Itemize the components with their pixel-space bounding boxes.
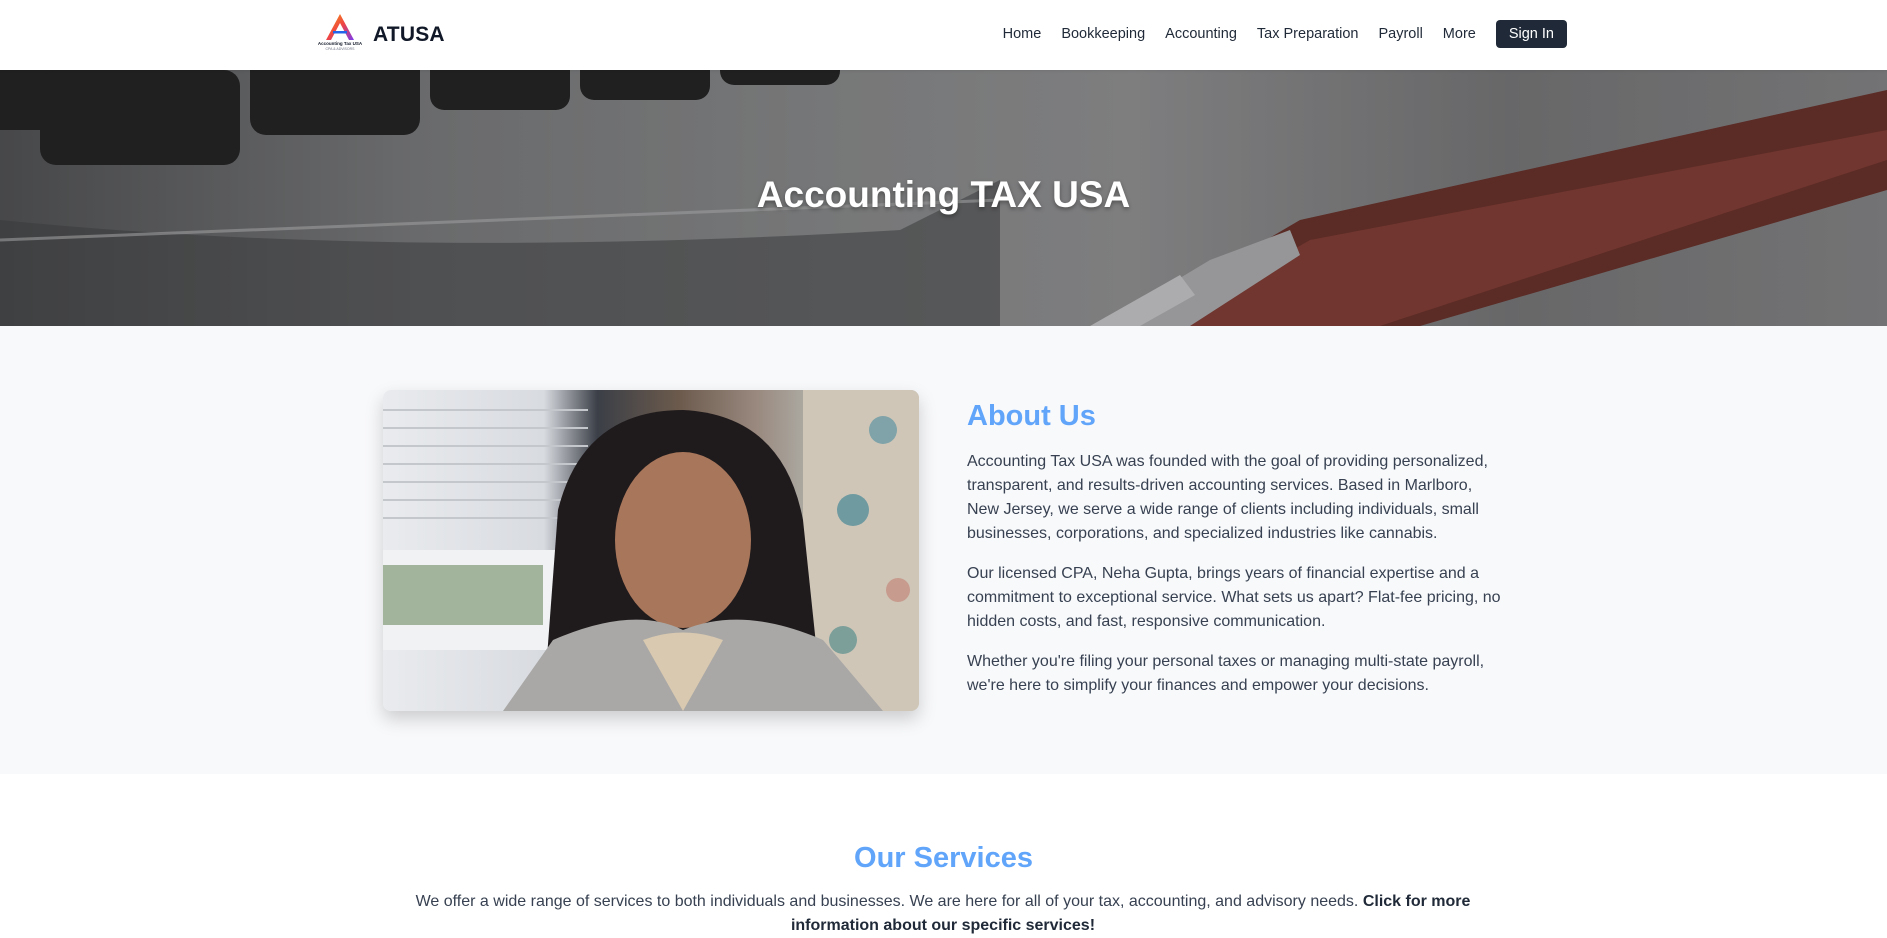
main-menu: Home Bookkeeping Accounting Tax Preparat…: [1003, 20, 1567, 48]
services-section: Our Services We offer a wide range of se…: [0, 774, 1887, 935]
about-paragraph: Accounting Tax USA was founded with the …: [967, 453, 1488, 542]
about-paragraph: Whether you're filing your personal taxe…: [967, 653, 1485, 694]
about-paragraph: Our licensed CPA, Neha Gupta, brings yea…: [967, 565, 1501, 630]
nav-link-tax-preparation[interactable]: Tax Preparation: [1257, 20, 1359, 48]
sign-in-button[interactable]: Sign In: [1495, 20, 1567, 48]
services-heading: Our Services: [854, 842, 1033, 874]
nav-link-accounting[interactable]: Accounting: [1165, 20, 1237, 48]
brand-link[interactable]: Accounting Tax USA CPA & ADVISORS ATUSA: [317, 12, 445, 58]
brand-name: ATUSA: [373, 23, 445, 46]
nav-link-payroll[interactable]: Payroll: [1378, 20, 1422, 48]
top-navbar: Accounting Tax USA CPA & ADVISORS ATUSA …: [0, 0, 1887, 70]
nav-link-more[interactable]: More: [1443, 20, 1476, 48]
services-description: We offer a wide range of services to bot…: [413, 890, 1473, 938]
about-content: About Us Accounting Tax USA was founded …: [967, 398, 1507, 714]
hero-banner: Accounting TAX USA: [0, 70, 1887, 326]
cpa-portrait-photo: [383, 390, 919, 711]
about-section: About Us Accounting Tax USA was founded …: [0, 326, 1887, 774]
about-heading: About Us: [967, 400, 1096, 432]
nav-link-home[interactable]: Home: [1003, 20, 1042, 48]
nav-link-bookkeeping[interactable]: Bookkeeping: [1061, 20, 1145, 48]
services-intro-text: We offer a wide range of services to bot…: [415, 893, 1359, 910]
company-logo: Accounting Tax USA CPA & ADVISORS: [317, 12, 363, 58]
hero-title: Accounting TAX USA: [756, 174, 1131, 215]
